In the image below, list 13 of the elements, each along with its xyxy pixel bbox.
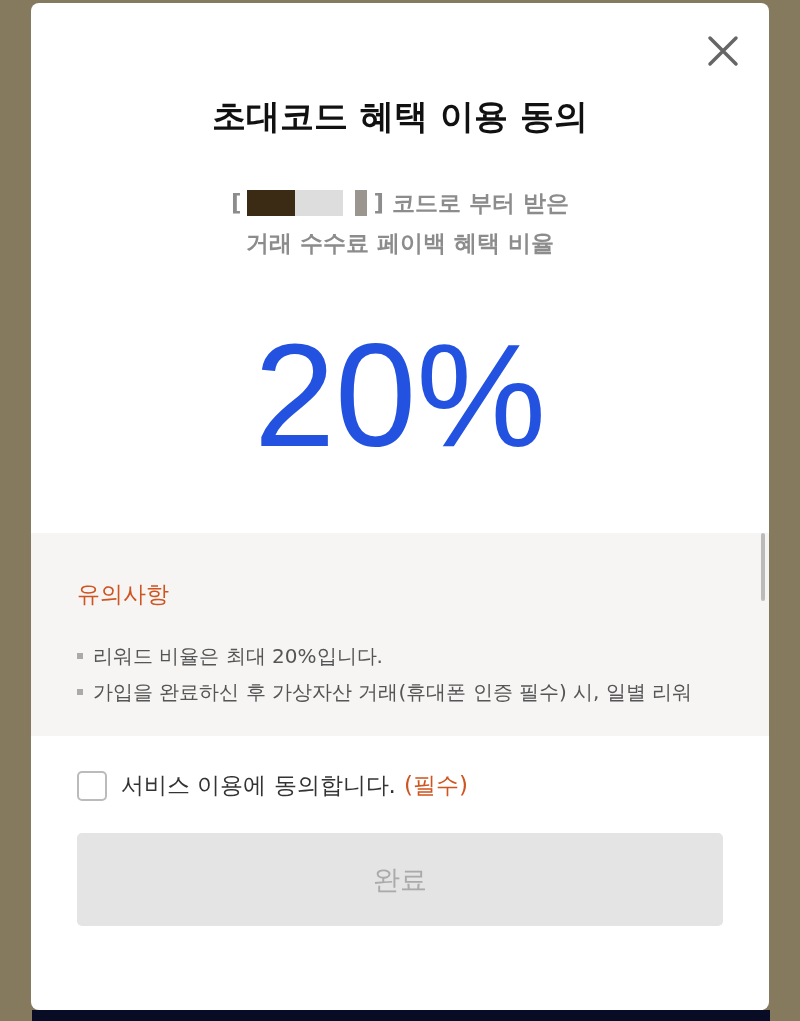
code-caption: ] 코드로 부터 받은: [373, 189, 570, 218]
dialog-title: 초대코드 혜택 이용 동의: [212, 95, 588, 138]
notice-item: 리워드 비율은 최대 20%입니다.: [77, 638, 723, 674]
scrollbar[interactable]: [761, 533, 765, 601]
agree-label: 서비스 이용에 동의합니다.: [121, 771, 396, 800]
required-tag: (필수): [403, 770, 468, 801]
rate-value: 20%: [253, 321, 547, 471]
notice-heading: 유의사항: [77, 580, 170, 609]
subtitle: 거래 수수료 페이백 혜택 비율: [246, 229, 554, 258]
agree-checkbox[interactable]: [77, 770, 107, 801]
bracket-text: [: [230, 189, 242, 218]
notice-item: 가입을 완료하신 후 가상자산 거래(휴대폰 인증 필수) 시, 일별 리워: [77, 674, 723, 710]
close-icon[interactable]: [707, 35, 739, 67]
